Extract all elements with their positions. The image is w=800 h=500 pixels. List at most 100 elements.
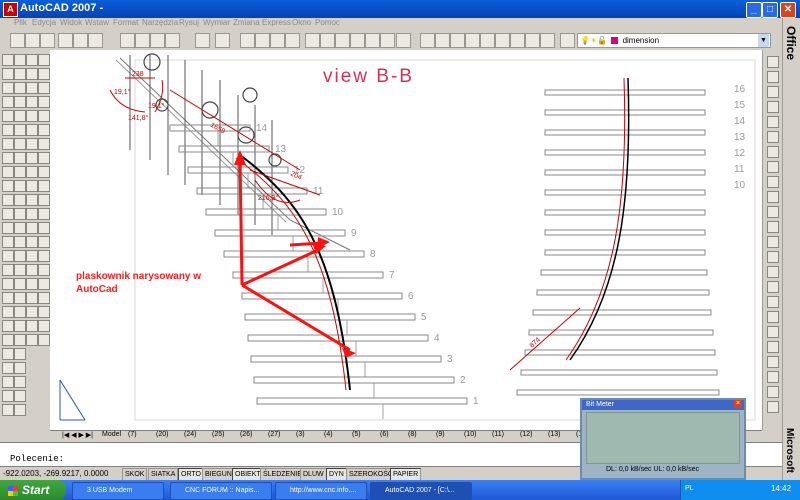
tool-icon[interactable]: [38, 306, 50, 318]
layer-dropdown[interactable]: 💡☀🔓 dimension ▼: [577, 33, 771, 48]
zoom-all-icon[interactable]: [450, 33, 465, 48]
zoom-in-icon[interactable]: [420, 33, 435, 48]
tool-icon[interactable]: [14, 236, 26, 248]
menu-express[interactable]: Express: [262, 18, 291, 27]
tab-layout[interactable]: (8): [408, 431, 417, 438]
chevron-down-icon[interactable]: ▼: [758, 34, 769, 47]
bit-meter-window[interactable]: Bit Meter × DL: 0,0 kB/sec UL: 0,0 kB/se…: [580, 398, 746, 480]
menu-rysuj[interactable]: Rysuj: [179, 18, 199, 27]
tool-icon[interactable]: [2, 264, 14, 276]
language-indicator[interactable]: PL: [685, 485, 694, 492]
tool-icon[interactable]: [767, 251, 779, 263]
tool-icon[interactable]: [767, 386, 779, 398]
help-icon[interactable]: [396, 33, 411, 48]
tool-icon[interactable]: [26, 124, 38, 136]
tool-icon[interactable]: [767, 401, 779, 413]
tool-icon[interactable]: [2, 166, 14, 178]
task-usb-modem[interactable]: 3 USB Modem: [72, 482, 164, 500]
tab-layout[interactable]: (11): [492, 431, 504, 438]
tool-icon[interactable]: [38, 82, 50, 94]
tool-icon[interactable]: [14, 404, 26, 416]
tool-icon[interactable]: [767, 326, 779, 338]
task-browser[interactable]: http://www.cnc.info....: [275, 482, 367, 500]
tool-icon[interactable]: [26, 82, 38, 94]
zoom-center-icon[interactable]: [495, 33, 510, 48]
tool-icon[interactable]: [26, 320, 38, 332]
redo-icon[interactable]: [215, 33, 230, 48]
tool-icon[interactable]: [38, 264, 50, 276]
tool-icon[interactable]: [767, 191, 779, 203]
tool-icon[interactable]: [14, 152, 26, 164]
tool-icon[interactable]: [38, 292, 50, 304]
tool-icon[interactable]: [767, 371, 779, 383]
print-icon[interactable]: [58, 33, 73, 48]
tool-icon[interactable]: [26, 236, 38, 248]
tool-icon[interactable]: [26, 54, 38, 66]
tool-icon[interactable]: [767, 161, 779, 173]
tool-icon[interactable]: [2, 292, 14, 304]
calculator-icon[interactable]: [380, 33, 395, 48]
bit-meter-close-icon[interactable]: ×: [734, 400, 742, 408]
drawing-area[interactable]: 14 13 12 11 10 9 8 7 6 5 4 3 2 1 238 19,1° 19,1° 141,…: [50, 50, 762, 430]
new-file-icon[interactable]: [10, 33, 25, 48]
tool-icon[interactable]: [767, 296, 779, 308]
tool-icon[interactable]: [2, 96, 14, 108]
tool-icon[interactable]: [2, 138, 14, 150]
tool-icon[interactable]: [767, 206, 779, 218]
tool-icon[interactable]: [26, 194, 38, 206]
autocad-app-icon[interactable]: A: [3, 2, 18, 17]
tool-icon[interactable]: [26, 96, 38, 108]
tool-icon[interactable]: [38, 96, 50, 108]
tab-layout[interactable]: (5): [352, 431, 361, 438]
tab-layout[interactable]: (6): [380, 431, 389, 438]
tool-icon[interactable]: [2, 362, 14, 374]
tool-icon[interactable]: [2, 180, 14, 192]
tool-icon[interactable]: [14, 180, 26, 192]
tool-icon[interactable]: [767, 176, 779, 188]
tab-layout[interactable]: (3): [296, 431, 305, 438]
tool-icon[interactable]: [38, 124, 50, 136]
cut-icon[interactable]: [120, 33, 135, 48]
tool-icon[interactable]: [2, 376, 14, 388]
tool-icon[interactable]: [14, 194, 26, 206]
tool-icon[interactable]: [767, 116, 779, 128]
menu-format[interactable]: Format: [113, 18, 138, 27]
menu-edycja[interactable]: Edycja: [32, 18, 56, 27]
save-icon[interactable]: [40, 33, 55, 48]
tool-palettes-icon[interactable]: [335, 33, 350, 48]
tool-icon[interactable]: [26, 334, 38, 346]
copy-icon[interactable]: [135, 33, 150, 48]
undo-icon[interactable]: [195, 33, 210, 48]
tool-icon[interactable]: [767, 356, 779, 368]
publish-icon[interactable]: [88, 33, 103, 48]
tool-icon[interactable]: [2, 68, 14, 80]
tool-icon[interactable]: [38, 250, 50, 262]
zoom-dynamic-icon[interactable]: [525, 33, 540, 48]
properties-icon[interactable]: [305, 33, 320, 48]
tool-icon[interactable]: [26, 306, 38, 318]
tool-icon[interactable]: [26, 152, 38, 164]
tab-nav-arrows[interactable]: |◀ ◀ ▶ ▶|: [62, 431, 93, 439]
tool-icon[interactable]: [14, 264, 26, 276]
layer-manager-icon[interactable]: [560, 33, 575, 48]
tool-icon[interactable]: [14, 292, 26, 304]
drawing-canvas[interactable]: 14 13 12 11 10 9 8 7 654321 238 19,1° 19,1° 141,…: [50, 50, 762, 430]
tab-layout[interactable]: (24): [184, 431, 196, 438]
tool-icon[interactable]: [2, 278, 14, 290]
tool-icon[interactable]: [14, 96, 26, 108]
tool-icon[interactable]: [14, 376, 26, 388]
tool-icon[interactable]: [2, 320, 14, 332]
tool-icon[interactable]: [14, 54, 26, 66]
menu-wstaw[interactable]: Wstaw: [85, 18, 109, 27]
tool-icon[interactable]: [26, 292, 38, 304]
tool-icon[interactable]: [14, 82, 26, 94]
tool-icon[interactable]: [767, 101, 779, 113]
tool-icon[interactable]: [767, 281, 779, 293]
menu-narzedzia[interactable]: Narzędzia: [142, 18, 178, 27]
tool-icon[interactable]: [2, 208, 14, 220]
match-properties-icon[interactable]: [165, 33, 180, 48]
tool-icon[interactable]: [767, 341, 779, 353]
menu-wymiar[interactable]: Wymiar: [203, 18, 230, 27]
menu-zmiana[interactable]: Zmiana: [233, 18, 260, 27]
tool-icon[interactable]: [38, 180, 50, 192]
